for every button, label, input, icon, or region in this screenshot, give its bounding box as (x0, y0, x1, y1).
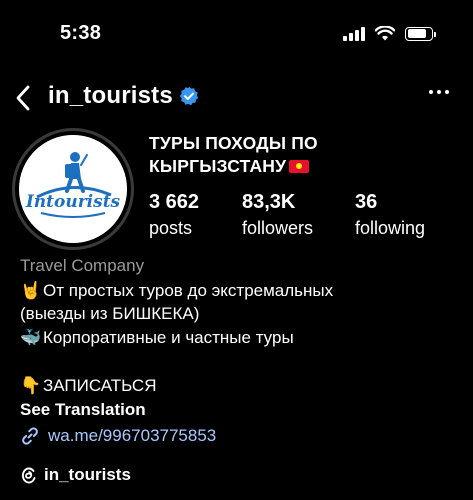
bio-line: (выезды из БИШКЕКА) (20, 303, 199, 325)
whale-icon: 🐳 (20, 328, 42, 348)
threads-link[interactable]: in_tourists (20, 465, 131, 485)
link-icon (22, 427, 38, 445)
profile-display-name: ТУРЫ ПОХОДЫ ПО КЫРГЫЗСТАНУ (149, 132, 449, 178)
bio-text: (выезды из БИШКЕКА) (20, 304, 200, 323)
chevron-left-icon (16, 85, 30, 111)
link-text: wa.me/996703775853 (48, 426, 217, 445)
avatar-ring[interactable]: Intourists (12, 128, 134, 250)
display-name-line1: ТУРЫ ПОХОДЫ ПО (149, 133, 318, 153)
username-text: in_tourists (48, 82, 173, 109)
posts-value: 3 662 (149, 191, 200, 213)
more-options-button[interactable] (429, 90, 449, 94)
bio-line: 🐳 Корпоративные и частные туры (20, 327, 294, 349)
battery-level (407, 29, 426, 38)
rock-on-hand-icon: 🤘 (20, 281, 42, 301)
following-value: 36 (355, 191, 378, 213)
more-horizontal-icon (429, 90, 433, 94)
bio-text: От простых туров до экстремальных (43, 281, 334, 300)
following-count[interactable]: 36 following (355, 190, 425, 240)
avatar-logo-text: Intourists (25, 192, 121, 212)
avatar: Intourists (19, 135, 127, 243)
posts-label: posts (149, 218, 193, 238)
profile-header: in_tourists (0, 80, 473, 116)
wifi-icon (375, 26, 395, 41)
profile-username: in_tourists (48, 82, 199, 110)
bio-line: 🤘 От простых туров до экстремальных (20, 280, 333, 302)
cellular-signal-icon (343, 26, 365, 41)
followers-value: 83,3K (242, 191, 296, 213)
threads-icon (21, 467, 36, 484)
posts-count[interactable]: 3 662 posts (149, 190, 199, 240)
followers-label: followers (242, 218, 314, 238)
bio-link[interactable]: wa.me/996703775853 (20, 426, 216, 446)
status-time: 5:38 (60, 22, 102, 44)
see-translation-button[interactable]: See Translation (20, 400, 146, 420)
instagram-profile-screen: 5:38 in_tourists Intourists ТУРЫ ПОХОДЫ … (0, 0, 473, 500)
following-label: following (355, 218, 426, 238)
status-icons (343, 26, 436, 41)
verified-badge-icon (179, 86, 199, 106)
display-name-line2: КЫРГЫЗСТАНУ (149, 156, 287, 176)
followers-count[interactable]: 83,3K followers (242, 190, 313, 240)
bio-text: ЗАПИСАТЬСЯ (43, 376, 157, 395)
intourists-logo: Intourists (19, 135, 127, 243)
bio-line: 👇 ЗАПИСАТЬСЯ (20, 375, 157, 397)
kyrgyzstan-flag-icon (289, 160, 310, 173)
battery-icon (405, 26, 436, 41)
pointing-down-icon: 👇 (20, 376, 42, 396)
back-button[interactable] (10, 82, 36, 114)
bio-text: Корпоративные и частные туры (43, 328, 294, 347)
threads-handle: in_tourists (44, 465, 131, 484)
profile-category: Travel Company (20, 256, 145, 275)
